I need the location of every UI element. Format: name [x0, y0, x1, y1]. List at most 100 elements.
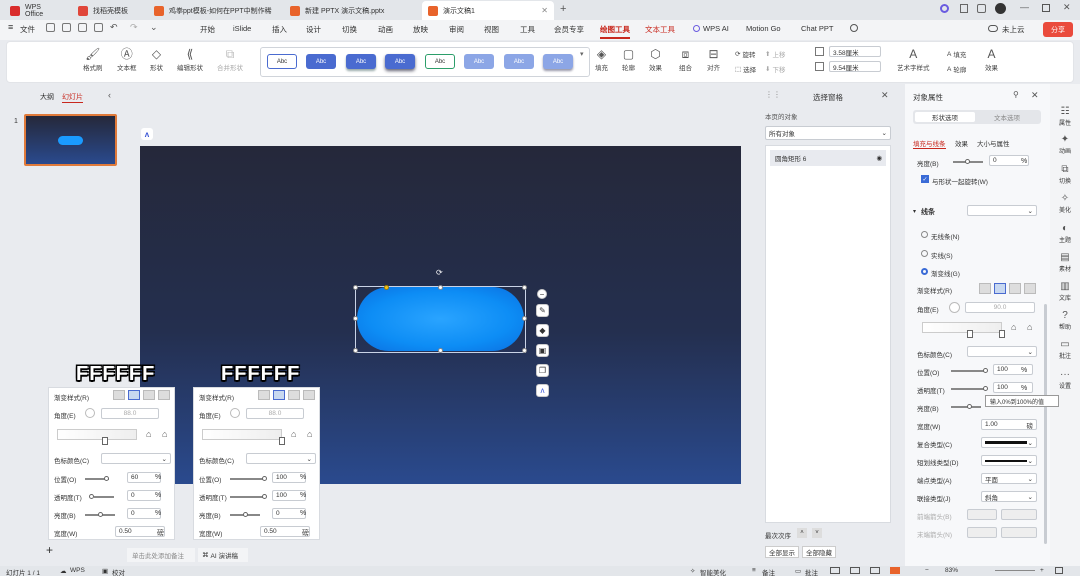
- stop-color-dropdown[interactable]: ⌄: [967, 346, 1037, 357]
- zoom-out-icon[interactable]: −: [925, 567, 929, 574]
- resize-handle[interactable]: [522, 316, 527, 321]
- layout-icon[interactable]: [977, 4, 986, 13]
- gradient-bar[interactable]: [57, 429, 137, 440]
- tab-wps-office[interactable]: WPS Office: [4, 1, 66, 20]
- add-stop-icon[interactable]: ⌂: [146, 429, 151, 439]
- tab-doc-3[interactable]: 演示文稿1 ✕: [422, 1, 554, 20]
- slider-knob[interactable]: [104, 476, 109, 481]
- style-option[interactable]: Abc: [306, 54, 336, 69]
- fill-button[interactable]: ◈ 填充: [595, 47, 608, 72]
- gradient-bar[interactable]: [922, 322, 1002, 333]
- menu-file[interactable]: 文件: [20, 24, 35, 35]
- edit-shape-button[interactable]: ⟪ 编辑形状: [177, 47, 203, 72]
- menu-insert[interactable]: 插入: [272, 24, 287, 35]
- slide-thumbnail[interactable]: [24, 114, 117, 166]
- resize-handle[interactable]: [522, 285, 527, 290]
- radio-no-line[interactable]: [921, 231, 928, 238]
- resize-handle[interactable]: [353, 285, 358, 290]
- transparency-slider[interactable]: [94, 496, 114, 498]
- object-filter-dropdown[interactable]: 所有对象 ⌄: [765, 126, 891, 140]
- text-fill-button[interactable]: A 填充: [947, 49, 966, 60]
- copy-icon[interactable]: ❐: [536, 364, 549, 377]
- style-option[interactable]: Abc: [543, 54, 573, 69]
- menu-chatppt[interactable]: Chat PPT: [801, 24, 834, 33]
- compound-type-dropdown[interactable]: ⌄: [981, 437, 1037, 448]
- gradient-stop[interactable]: [967, 330, 973, 338]
- style-option[interactable]: Abc: [267, 54, 297, 69]
- menu-motion-go[interactable]: Motion Go: [746, 24, 781, 33]
- tab-doc-2[interactable]: 新建 PPTX 演示文稿.pptx: [284, 1, 418, 20]
- gradient-style-option[interactable]: [994, 283, 1006, 294]
- folder-icon[interactable]: [62, 23, 71, 32]
- close-icon[interactable]: ✕: [541, 6, 548, 15]
- gallery-expand-icon[interactable]: ▾: [580, 50, 584, 58]
- hide-all-button[interactable]: 全部隐藏: [802, 546, 836, 558]
- gradient-style-option[interactable]: [273, 390, 285, 400]
- resize-handle[interactable]: [438, 285, 443, 290]
- slider-knob[interactable]: [262, 476, 267, 481]
- menu-text-tools[interactable]: 文本工具: [645, 24, 675, 35]
- rotate-button[interactable]: ⟳ 旋转: [735, 49, 755, 59]
- search-icon[interactable]: [850, 24, 858, 32]
- gradient-style-option[interactable]: [113, 390, 125, 400]
- gradient-stop[interactable]: [999, 330, 1005, 338]
- slider-knob[interactable]: [98, 512, 103, 517]
- redo-icon[interactable]: ↷: [130, 22, 138, 33]
- close-window-icon[interactable]: ✕: [1063, 2, 1071, 13]
- notes-button[interactable]: 备注: [762, 567, 775, 576]
- position-slider[interactable]: [230, 478, 264, 480]
- menu-review[interactable]: 审阅: [449, 24, 464, 35]
- zoom-slider[interactable]: [995, 570, 1035, 571]
- list-item[interactable]: 圆角矩形 6 ◉: [770, 150, 886, 166]
- join-type-dropdown[interactable]: 斜角 ⌄: [981, 491, 1037, 502]
- cloud-status[interactable]: 未上云: [1002, 24, 1025, 35]
- subtab-size[interactable]: 大小与属性: [977, 138, 1010, 148]
- resize-handle[interactable]: [522, 348, 527, 353]
- chevron-down-icon[interactable]: ⌄: [150, 22, 158, 33]
- save-icon[interactable]: [46, 23, 55, 32]
- new-tab-icon[interactable]: +: [560, 3, 566, 15]
- dash-type-dropdown[interactable]: ⌄: [981, 455, 1037, 466]
- gradient-stop[interactable]: [279, 437, 285, 445]
- menu-tools[interactable]: 工具: [520, 24, 535, 35]
- minus-icon[interactable]: −: [537, 289, 547, 299]
- outline-button[interactable]: ▢ 轮廓: [622, 47, 635, 72]
- gradient-style-option[interactable]: [158, 390, 170, 400]
- crop-icon[interactable]: ▣: [536, 344, 549, 357]
- gradient-style-option[interactable]: [1024, 283, 1036, 294]
- print-icon[interactable]: [78, 23, 87, 32]
- style-option[interactable]: Abc: [346, 54, 376, 69]
- shape-button[interactable]: ◇ 形状: [150, 47, 163, 72]
- style-option[interactable]: Abc: [385, 54, 415, 69]
- show-all-button[interactable]: 全部显示: [765, 546, 799, 558]
- style-option[interactable]: Abc: [464, 54, 494, 69]
- sidebar-item-animation[interactable]: ✦ 动画: [1050, 134, 1080, 155]
- tab-outline[interactable]: 大纲: [40, 92, 54, 102]
- slider-knob[interactable]: [983, 368, 988, 373]
- beautify-button[interactable]: 智能美化: [700, 567, 726, 576]
- normal-view-icon[interactable]: [830, 567, 840, 574]
- rounded-rectangle-shape[interactable]: [357, 287, 524, 351]
- minimize-icon[interactable]: —: [1020, 2, 1029, 12]
- pin-icon[interactable]: ⚲: [1013, 90, 1019, 99]
- begin-arrow-dropdown[interactable]: [967, 509, 997, 520]
- expand-icon[interactable]: ▾: [913, 208, 916, 215]
- gradient-bar[interactable]: [202, 429, 282, 440]
- subtab-fill-line[interactable]: 填充与线条: [913, 138, 946, 149]
- select-button[interactable]: ⬚ 选择: [735, 64, 756, 74]
- gradient-style-option[interactable]: [979, 283, 991, 294]
- add-stop-icon[interactable]: ⌂: [1011, 322, 1016, 332]
- move-down-icon[interactable]: ˅: [812, 528, 822, 538]
- tab-doc-1[interactable]: 鸡拳ppt模板-如何在PPT中制作稀: [148, 1, 280, 20]
- line-width-field[interactable]: 1.00 磅: [981, 419, 1037, 430]
- stop-color-dropdown[interactable]: ⌄: [246, 453, 316, 464]
- checkbox[interactable]: ✓: [921, 175, 929, 183]
- slider-knob[interactable]: [243, 512, 248, 517]
- text-outline-button[interactable]: A 轮廓: [947, 64, 966, 75]
- scrollbar[interactable]: [1044, 304, 1047, 544]
- end-arrow-size-dropdown[interactable]: [1001, 527, 1037, 538]
- hamburger-icon[interactable]: ≡: [8, 22, 13, 32]
- sidebar-item-comment[interactable]: ▭ 批注: [1050, 339, 1080, 360]
- close-icon[interactable]: ✕: [881, 90, 889, 101]
- tab-template[interactable]: 找稻壳模板: [72, 1, 144, 20]
